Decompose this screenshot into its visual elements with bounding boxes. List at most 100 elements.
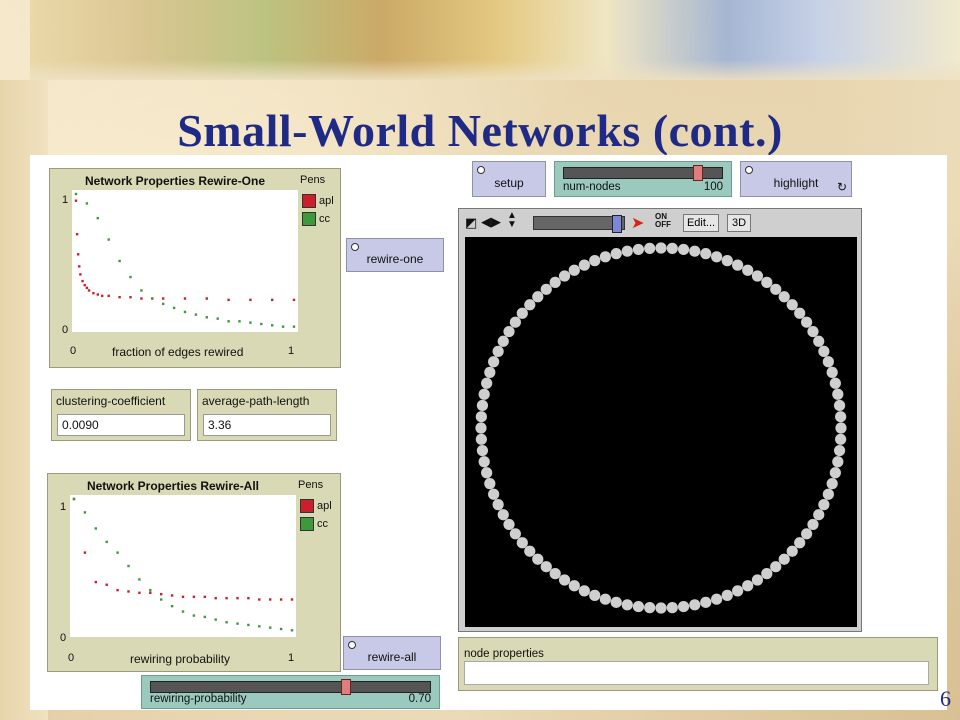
data-point-apl (258, 598, 261, 601)
network-node (599, 251, 611, 263)
data-point-cc (279, 627, 283, 631)
rewiring-probability-slider[interactable]: rewiring-probability 0.70 (141, 675, 440, 709)
button-label: setup (494, 176, 524, 190)
network-node (549, 276, 561, 288)
monitor-value: 0.0090 (57, 414, 185, 436)
highlight-button[interactable]: highlight ↻ (740, 161, 852, 197)
data-point-apl (140, 297, 143, 300)
data-point-cc (214, 618, 217, 621)
network-node (644, 242, 656, 254)
plot-area (70, 495, 296, 637)
setup-button[interactable]: setup (472, 161, 546, 197)
display-toggle-icon[interactable]: ON OFF (655, 213, 671, 229)
vertical-arrows-icon[interactable]: ▲ ▼ (507, 211, 517, 230)
apl-swatch (302, 194, 316, 208)
network-node (509, 316, 521, 328)
network-node (770, 561, 782, 573)
speed-slider-knob[interactable] (612, 215, 622, 233)
network-node (478, 388, 490, 400)
plot-title: Network Properties Rewire-All (86, 479, 260, 493)
resize-icon[interactable]: ◩ (465, 215, 477, 231)
data-point-apl (87, 289, 91, 292)
network-node (509, 528, 521, 540)
horizontal-arrows-icon[interactable]: ◀▶ (481, 214, 501, 230)
edit-button[interactable]: Edit... (683, 214, 719, 232)
network-node (516, 307, 528, 319)
data-point-cc (269, 626, 272, 629)
data-point-cc (140, 289, 143, 292)
data-point-cc (149, 588, 152, 592)
data-point-cc (83, 511, 87, 514)
network-node (578, 259, 590, 271)
network-node (632, 243, 645, 256)
button-label: rewire-all (367, 650, 417, 664)
data-point-apl (96, 293, 99, 296)
data-point-apl (203, 595, 206, 599)
data-point-cc (281, 325, 285, 328)
slider-knob[interactable] (340, 679, 351, 695)
network-node (807, 518, 819, 531)
network-node (761, 276, 773, 288)
num-nodes-slider[interactable]: num-nodes 100 (554, 161, 732, 197)
rewire-one-button[interactable]: rewire-one (346, 238, 444, 272)
network-node (794, 307, 806, 319)
network-node (568, 580, 580, 592)
data-point-apl (236, 596, 239, 600)
network-node (721, 255, 733, 267)
network-node (481, 377, 493, 389)
y-tick-max: 1 (62, 194, 69, 206)
network-node (700, 248, 712, 260)
network-node (807, 325, 819, 338)
data-point-cc (96, 216, 99, 220)
slider-track[interactable] (150, 679, 431, 695)
network-node (778, 553, 790, 565)
data-point-apl (214, 596, 217, 600)
network-node (794, 537, 806, 549)
average-path-length-monitor: average-path-length 3.36 (197, 389, 337, 441)
floral-banner (30, 0, 960, 80)
network-node (481, 467, 493, 479)
network-node (610, 248, 622, 260)
3d-button[interactable]: 3D (727, 214, 751, 232)
network-node (677, 600, 690, 613)
rewire-all-button[interactable]: rewire-all (343, 636, 441, 670)
network-node (532, 291, 544, 303)
network-node (666, 602, 678, 614)
data-point-apl (107, 294, 110, 298)
speed-slider[interactable] (533, 215, 625, 233)
data-point-cc (85, 202, 89, 205)
plot-title: Network Properties Rewire-One (84, 174, 266, 188)
network-node (516, 537, 528, 549)
data-point-cc (192, 614, 196, 617)
network-node (540, 283, 552, 295)
world-canvas[interactable] (465, 237, 857, 627)
network-node (488, 356, 500, 368)
network-node (549, 568, 561, 580)
slider-name: num-nodes (563, 181, 621, 193)
network-node (770, 283, 782, 295)
off-label: OFF (655, 220, 671, 229)
network-node (492, 499, 504, 511)
clustering-coefficient-monitor: clustering-coefficient 0.0090 (51, 389, 191, 441)
x-tick-max: 1 (288, 652, 295, 664)
data-point-apl (100, 294, 104, 298)
network-node (732, 585, 744, 597)
x-tick-max: 1 (288, 345, 295, 357)
data-point-cc (247, 623, 250, 627)
data-point-apl (81, 279, 84, 283)
network-node (689, 599, 701, 611)
network-node (558, 270, 571, 282)
network-node (786, 545, 798, 557)
slider-track[interactable] (563, 165, 723, 181)
slider-value: 0.70 (408, 693, 431, 705)
slider-knob[interactable] (693, 165, 703, 181)
data-point-apl (292, 298, 296, 302)
network-node (503, 325, 515, 338)
network-node (833, 399, 846, 412)
play-arrow-icon[interactable]: ➤ (631, 213, 644, 233)
network-node (558, 574, 571, 586)
monitor-label: clustering-coefficient (56, 394, 166, 408)
data-point-apl (74, 199, 78, 202)
data-point-cc (172, 306, 176, 310)
network-node (822, 488, 834, 500)
